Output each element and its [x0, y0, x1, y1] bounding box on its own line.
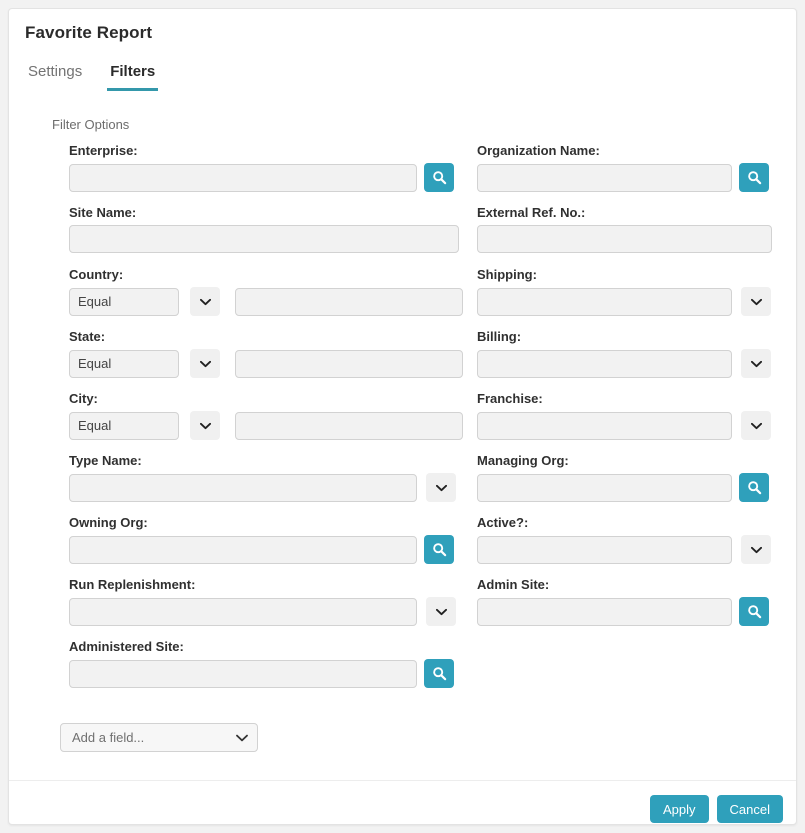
field-group-country: Country:: [69, 267, 463, 316]
field-group-city: City:: [69, 391, 463, 440]
managing-org-input[interactable]: [477, 473, 732, 502]
country-operator-input[interactable]: [69, 287, 179, 316]
external-ref-no-input[interactable]: [477, 225, 772, 253]
shipping-input[interactable]: [477, 287, 732, 316]
chevron-down-icon: [750, 360, 762, 368]
franchise-dropdown-button[interactable]: [741, 411, 771, 440]
franchise-input[interactable]: [477, 411, 732, 440]
organization-name-search-button[interactable]: [739, 163, 769, 192]
field-label-country: Country:: [69, 267, 124, 282]
search-icon: [747, 170, 762, 185]
favorite-report-card: Favorite Report Settings Filters Filter …: [8, 8, 797, 825]
chevron-down-icon: [435, 608, 447, 616]
add-a-field-label: Add a field...: [72, 730, 145, 745]
organization-name-input[interactable]: [477, 163, 732, 192]
type-name-dropdown-button[interactable]: [426, 473, 456, 502]
active-dropdown-button[interactable]: [741, 535, 771, 564]
field-label-managing-org: Managing Org:: [477, 453, 569, 468]
cancel-button[interactable]: Cancel: [716, 795, 783, 823]
chevron-down-icon: [435, 484, 447, 492]
site-name-input[interactable]: [69, 225, 459, 253]
field-label-type-name: Type Name:: [69, 453, 142, 468]
search-icon: [747, 480, 762, 495]
tab-bar: Settings Filters: [25, 61, 159, 91]
field-label-admin-site: Admin Site:: [477, 577, 550, 592]
enterprise-input[interactable]: [69, 163, 417, 192]
page-title: Favorite Report: [25, 23, 153, 42]
search-icon: [747, 604, 762, 619]
search-icon: [432, 666, 447, 681]
chevron-down-icon: [236, 729, 248, 747]
field-label-city: City:: [69, 391, 98, 406]
managing-org-search-button[interactable]: [739, 473, 769, 502]
chevron-down-icon: [750, 298, 762, 306]
field-group-shipping: Shipping:: [477, 267, 771, 316]
footer-bar: Apply Cancel: [9, 780, 796, 824]
field-label-owning-org: Owning Org:: [69, 515, 148, 530]
chevron-down-icon: [750, 422, 762, 430]
run-replenishment-input[interactable]: [69, 597, 417, 626]
enterprise-search-button[interactable]: [424, 163, 454, 192]
field-label-state: State:: [69, 329, 106, 344]
city-operator-dropdown-button[interactable]: [190, 411, 220, 440]
chevron-down-icon: [199, 360, 211, 368]
field-label-enterprise: Enterprise:: [69, 143, 138, 158]
billing-dropdown-button[interactable]: [741, 349, 771, 378]
apply-button[interactable]: Apply: [650, 795, 709, 823]
add-a-field-dropdown[interactable]: Add a field...: [60, 723, 258, 752]
state-value-input[interactable]: [235, 349, 463, 378]
admin-site-input[interactable]: [477, 597, 732, 626]
field-group-active: Active?:: [477, 515, 771, 564]
field-group-franchise: Franchise:: [477, 391, 771, 440]
tab-filters[interactable]: Filters: [107, 61, 159, 91]
field-group-external-ref-no: External Ref. No.:: [477, 205, 772, 253]
field-group-owning-org: Owning Org:: [69, 515, 454, 564]
field-label-external-ref-no: External Ref. No.:: [477, 205, 586, 220]
field-label-active: Active?:: [477, 515, 529, 530]
field-label-franchise: Franchise:: [477, 391, 543, 406]
active-input[interactable]: [477, 535, 732, 564]
field-group-type-name: Type Name:: [69, 453, 456, 502]
run-replenishment-dropdown-button[interactable]: [426, 597, 456, 626]
search-icon: [432, 170, 447, 185]
city-operator-input[interactable]: [69, 411, 179, 440]
field-group-billing: Billing:: [477, 329, 771, 378]
filter-options-label: Filter Options: [52, 117, 130, 132]
administered-site-input[interactable]: [69, 659, 417, 688]
footer-actions: Apply Cancel: [650, 795, 783, 823]
field-label-shipping: Shipping:: [477, 267, 537, 282]
state-operator-dropdown-button[interactable]: [190, 349, 220, 378]
admin-site-search-button[interactable]: [739, 597, 769, 626]
chevron-down-icon: [199, 422, 211, 430]
field-label-organization-name: Organization Name:: [477, 143, 600, 158]
field-group-site-name: Site Name:: [69, 205, 459, 253]
billing-input[interactable]: [477, 349, 732, 378]
field-group-managing-org: Managing Org:: [477, 453, 769, 502]
field-group-state: State:: [69, 329, 463, 378]
field-group-run-replenishment: Run Replenishment:: [69, 577, 456, 626]
city-value-input[interactable]: [235, 411, 463, 440]
type-name-input[interactable]: [69, 473, 417, 502]
field-label-site-name: Site Name:: [69, 205, 137, 220]
country-value-input[interactable]: [235, 287, 463, 316]
chevron-down-icon: [750, 546, 762, 554]
tab-settings[interactable]: Settings: [25, 61, 85, 91]
chevron-down-icon: [199, 298, 211, 306]
owning-org-input[interactable]: [69, 535, 417, 564]
field-label-administered-site: Administered Site:: [69, 639, 184, 654]
country-operator-dropdown-button[interactable]: [190, 287, 220, 316]
search-icon: [432, 542, 447, 557]
field-label-run-replenishment: Run Replenishment:: [69, 577, 196, 592]
field-group-admin-site: Admin Site:: [477, 577, 769, 626]
field-label-billing: Billing:: [477, 329, 522, 344]
field-group-organization-name: Organization Name:: [477, 143, 769, 192]
field-group-administered-site: Administered Site:: [69, 639, 454, 688]
field-group-enterprise: Enterprise:: [69, 143, 454, 192]
shipping-dropdown-button[interactable]: [741, 287, 771, 316]
owning-org-search-button[interactable]: [424, 535, 454, 564]
administered-site-search-button[interactable]: [424, 659, 454, 688]
state-operator-input[interactable]: [69, 349, 179, 378]
